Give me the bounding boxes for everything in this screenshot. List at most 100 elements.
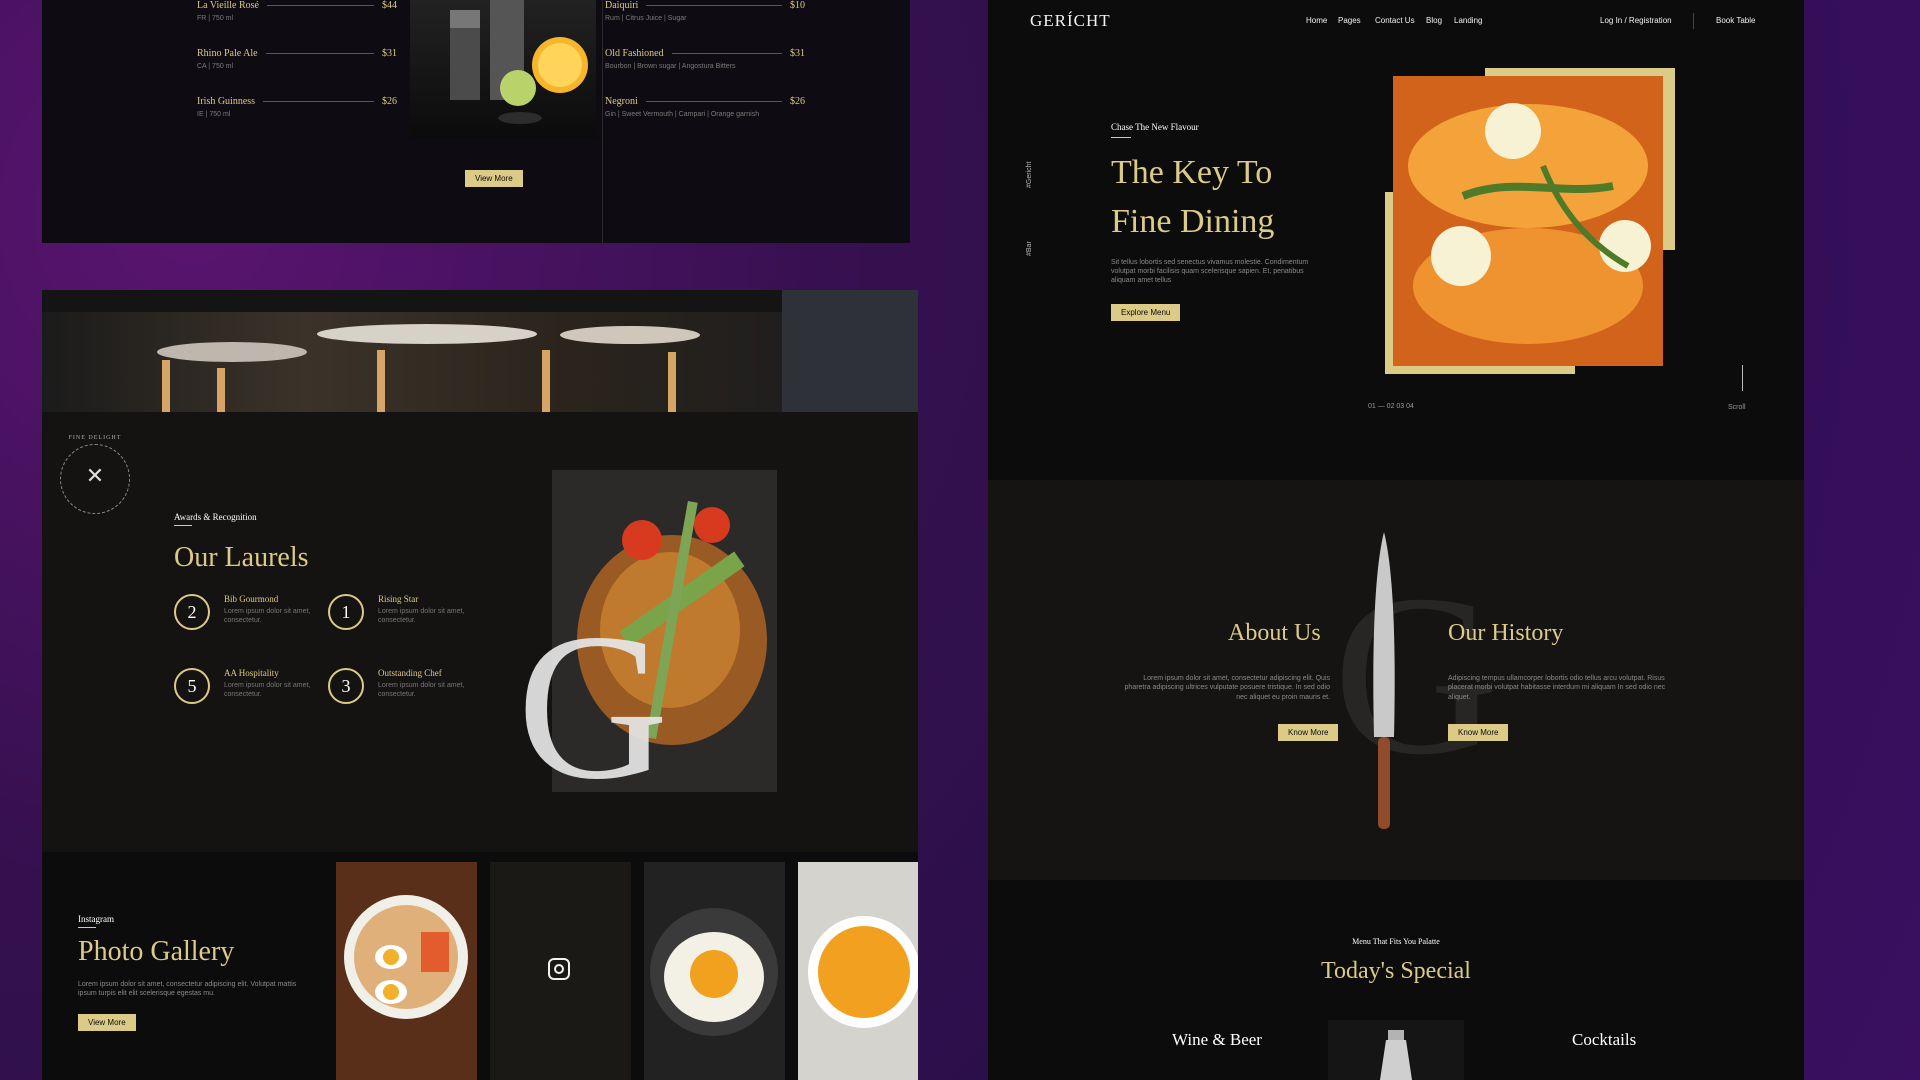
menu-item: Old Fashioned $31 Bourbon | Brown sugar |…: [605, 48, 805, 70]
special-title: Today's Special: [1321, 958, 1471, 984]
gallery-text: Lorem ipsum dolor sit amet, consectetur …: [78, 981, 297, 998]
menu-item-name: Irish Guinness: [197, 96, 256, 107]
cocktail-shaker-image: [410, 0, 596, 138]
menu-item-desc: Gin | Sweet Vermouth | Campari | Orange …: [605, 111, 760, 118]
special-subtitle: Menu That Fits You Palatte: [1352, 937, 1440, 946]
gallery-title: Photo Gallery: [78, 936, 235, 967]
social-tag-gericht[interactable]: #Gericht: [1026, 162, 1033, 188]
slider-pagination[interactable]: 01 — 02 03 04: [1368, 403, 1414, 410]
award-item: 2 Bib Gourmond Lorem ipsum dolor sit amet…: [174, 594, 324, 630]
photo-gallery-section: Instagram Photo Gallery Lorem ipsum dolo…: [42, 852, 918, 1080]
award-title: Rising Star: [378, 594, 419, 604]
menu-divider: [645, 101, 782, 102]
award-title: Bib Gourmond: [224, 594, 279, 604]
instagram-icon: [548, 958, 570, 980]
menu-item: Negroni $26 Gin | Sweet Vermouth | Campar…: [605, 96, 805, 118]
gallery-view-more-button[interactable]: View More: [78, 1014, 136, 1031]
stamp-text: FINE DELIGHT: [68, 435, 122, 441]
menu-item-price: $26: [382, 96, 397, 107]
gallery-image-soup[interactable]: [798, 862, 918, 1080]
award-item: 3 Outstanding Chef Lorem ipsum dolor sit …: [328, 668, 478, 704]
menu-item-price: $31: [790, 48, 805, 59]
hero-text: Sit tellus lobortis sed senectus vivamus…: [1111, 259, 1309, 285]
menu-item: La Vieille Rosé $44 FR | 750 ml: [197, 0, 397, 22]
cocktails-heading: Cocktails: [1572, 1030, 1637, 1049]
todays-special-section: Menu That Fits You Palatte Today's Speci…: [988, 880, 1804, 1080]
nav-link-blog[interactable]: Blog: [1426, 16, 1442, 25]
gallery-image-drinks[interactable]: [490, 862, 631, 1080]
menu-item: Daiquiri $10 Rum | Citrus Juice | Sugar: [605, 0, 805, 22]
award-text: Lorem ipsum dolor sit amet, consectetur.: [378, 608, 465, 625]
menu-vertical-divider: [602, 0, 603, 243]
utensils-icon: ✕: [85, 463, 105, 488]
award-number: 3: [328, 668, 364, 704]
menu-item-desc: Rum | Citrus Juice | Sugar: [605, 15, 687, 22]
hero-title: The Key To Fine Dining: [1111, 148, 1274, 247]
award-number: 1: [328, 594, 364, 630]
menu-divider: [266, 5, 374, 6]
shaker-image: [1328, 1020, 1464, 1080]
menu-item-name: Negroni: [605, 96, 638, 107]
subtitle-underline: [78, 927, 96, 928]
menu-item-name: Old Fashioned: [605, 48, 664, 59]
award-title: Outstanding Chef: [378, 668, 442, 678]
menu-item-name: Daiquiri: [605, 0, 639, 11]
book-table-link[interactable]: Book Table: [1716, 16, 1755, 25]
salmon-photo: [1393, 76, 1663, 366]
about-know-more-button[interactable]: Know More: [1278, 724, 1339, 741]
menu-divider: [671, 53, 782, 54]
subtitle-underline: [174, 525, 192, 526]
explore-menu-button[interactable]: Explore Menu: [1111, 304, 1181, 321]
scroll-line: [1742, 365, 1743, 391]
menu-item-desc: CA | 750 ml: [197, 63, 234, 70]
award-title: AA Hospitality: [224, 668, 279, 678]
laurels-section: ✕ FINE DELIGHT Awards & Recognition Our …: [42, 412, 918, 852]
award-text: Lorem ipsum dolor sit amet, consectetur.: [378, 682, 465, 699]
menu-item-name: Rhino Pale Ale: [197, 48, 258, 59]
gallery-image-egg[interactable]: [644, 862, 785, 1080]
restaurant-interior-image: [42, 290, 918, 412]
about-history-section: G About Us Lorem ipsum dolor sit amet, c…: [988, 480, 1804, 880]
menu-item-desc: FR | 750 ml: [197, 15, 234, 22]
menu-item-price: $44: [382, 0, 397, 11]
menu-item-price: $10: [790, 0, 805, 11]
social-tag-bar[interactable]: #Bar: [1026, 241, 1033, 256]
drinks-menu-panel: La Vieille Rosé $44 FR | 750 ml Rhino Pal…: [42, 0, 910, 243]
award-item: 5 AA Hospitality Lorem ipsum dolor sit am…: [174, 668, 324, 704]
history-text: Adipiscing tempus ullamcorper lobortis o…: [1448, 675, 1666, 701]
nav-divider: [1693, 13, 1694, 29]
menu-item-name: La Vieille Rosé: [197, 0, 259, 11]
nav-link-contact[interactable]: Contact Us: [1375, 16, 1415, 25]
login-registration-link[interactable]: Log In / Registration: [1600, 16, 1672, 25]
award-number: 2: [174, 594, 210, 630]
gallery-image-ramen[interactable]: [336, 862, 477, 1080]
knife-image: [1368, 532, 1400, 832]
view-more-button[interactable]: View More: [465, 170, 523, 187]
decorative-g-letter: G: [517, 591, 669, 823]
hero-title-line-2: Fine Dining: [1111, 203, 1275, 241]
scroll-indicator[interactable]: Scroll: [1728, 404, 1746, 411]
menu-divider: [265, 53, 374, 54]
nav-link-home[interactable]: Home: [1306, 16, 1327, 25]
menu-item-price: $26: [790, 96, 805, 107]
gericht-logo[interactable]: GERÍCHT: [1030, 11, 1111, 31]
gericht-landing-panel: GERÍCHT Home Pages Contact Us Blog Landi…: [988, 0, 1804, 1080]
nav-link-landing[interactable]: Landing: [1454, 16, 1482, 25]
award-number: 5: [174, 668, 210, 704]
history-know-more-button[interactable]: Know More: [1448, 724, 1509, 741]
nav-link-pages[interactable]: Pages: [1338, 16, 1361, 25]
top-navbar: GERÍCHT Home Pages Contact Us Blog Landi…: [988, 0, 1804, 42]
award-item: 1 Rising Star Lorem ipsum dolor sit amet,…: [328, 594, 478, 630]
hero-subtitle: Chase The New Flavour: [1111, 122, 1199, 132]
award-text: Lorem ipsum dolor sit amet, consectetur.: [224, 682, 311, 699]
history-title: Our History: [1448, 620, 1564, 646]
subtitle-underline: [1111, 137, 1131, 138]
hero-title-line-1: The Key To: [1111, 154, 1273, 191]
laurels-panel: ✕ FINE DELIGHT Awards & Recognition Our …: [42, 290, 918, 1080]
menu-divider: [263, 101, 374, 102]
about-text: Lorem ipsum dolor sit amet, consectetur …: [1124, 675, 1330, 701]
award-text: Lorem ipsum dolor sit amet, consectetur.: [224, 608, 311, 625]
gallery-subtitle: Instagram: [78, 914, 114, 924]
laurels-title: Our Laurels: [174, 542, 309, 573]
menu-item-desc: IE | 750 ml: [197, 111, 231, 118]
